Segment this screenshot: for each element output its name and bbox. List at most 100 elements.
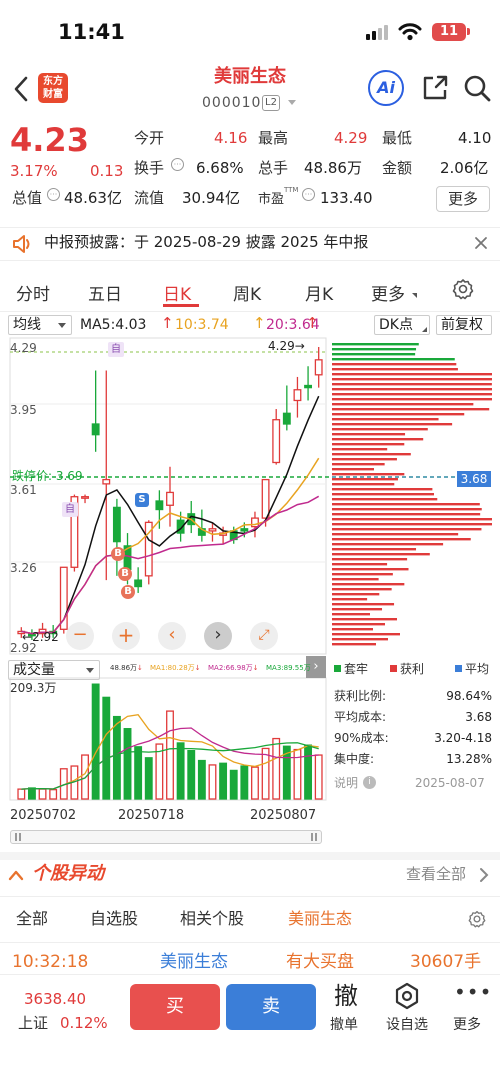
chip-bar <box>332 378 492 381</box>
ai-assistant-button[interactable]: Ai <box>368 70 404 106</box>
index-pct: 0.12% <box>60 1014 108 1032</box>
volume-bar <box>27 787 36 800</box>
y-tick-4: 3.26 <box>10 561 37 575</box>
volume-bar <box>112 715 121 800</box>
chip-distribution <box>332 343 492 646</box>
tab-weekly-k[interactable]: 周K <box>233 280 261 305</box>
max-price-mark: 4.29→ <box>268 339 305 353</box>
sell-signal-mark[interactable]: S <box>135 493 149 507</box>
ma-select[interactable]: 均线 <box>8 315 72 335</box>
pe-info-icon[interactable]: ··· <box>302 188 315 201</box>
chevron-right-icon[interactable] <box>478 866 490 884</box>
more-quote-button[interactable]: 更多 <box>436 186 490 212</box>
buy-button[interactable]: 买 <box>130 984 220 1030</box>
code-dropdown-icon[interactable] <box>288 100 296 105</box>
chip-bar <box>332 553 430 556</box>
self-select-mark[interactable]: 自 <box>108 342 124 357</box>
fullscreen-icon[interactable]: ⤢ <box>250 622 278 650</box>
filter-settings-gear-icon[interactable] <box>468 910 486 928</box>
ma20-arrow-icon: ↑ <box>306 314 319 332</box>
cancel-order-label[interactable]: 撤单 <box>330 1014 358 1034</box>
mcap-info-icon[interactable]: ··· <box>47 188 60 201</box>
sell-button[interactable]: 卖 <box>226 984 316 1030</box>
candle-body <box>304 384 313 389</box>
feed-stock[interactable]: 美丽生态 <box>160 954 228 971</box>
chip-stat-label: 90%成本: <box>334 731 389 745</box>
feed-event: 有大买盘 <box>286 952 354 972</box>
chip-bar <box>332 448 388 451</box>
chip-bar <box>332 463 385 466</box>
more-label[interactable]: 更多 <box>453 1014 481 1034</box>
chip-bar <box>332 548 417 551</box>
volume-bar <box>272 737 281 800</box>
home-indicator-area <box>0 1076 500 1082</box>
turnover-info-icon[interactable]: ··· <box>171 158 184 171</box>
time-range-scrollbar[interactable] <box>10 830 322 844</box>
filter-watchlist[interactable]: 自选股 <box>90 911 138 927</box>
divider <box>0 942 500 943</box>
filter-current-stock[interactable]: 美丽生态 <box>288 911 352 927</box>
max-price-value: 4.29 <box>268 339 295 353</box>
battery-level: 11 <box>439 24 459 39</box>
chip-bar <box>332 593 380 596</box>
search-icon[interactable] <box>462 73 492 103</box>
volume-label: 总手 <box>258 159 289 177</box>
tab-intraday[interactable]: 分时 <box>16 280 50 305</box>
divider <box>0 896 500 897</box>
battery-tip <box>467 28 470 35</box>
zoom-in-button[interactable]: + <box>112 622 140 650</box>
scroll-right-button[interactable]: › <box>204 622 232 650</box>
chip-bar <box>332 438 424 441</box>
chip-note-label[interactable]: 说明 <box>334 777 358 789</box>
self-select-mark[interactable]: 自 <box>62 502 78 517</box>
chip-bar <box>332 518 492 521</box>
more-dots-icon[interactable]: ••• <box>454 982 492 1002</box>
add-watchlist-label[interactable]: 设自选 <box>386 1014 428 1034</box>
chip-bar <box>332 533 459 536</box>
chip-bar <box>332 353 416 356</box>
volume-value: 48.86万↓ <box>110 664 143 672</box>
chip-bar <box>332 483 395 486</box>
y-tick-2: 3.95 <box>10 403 37 417</box>
candle-body <box>272 419 281 464</box>
tab-monthly-k[interactable]: 月K <box>305 280 333 305</box>
buy-signal-mark[interactable]: B <box>118 567 132 581</box>
chip-bar <box>332 478 398 481</box>
volume-ma3: MA3:89.55万 <box>266 665 311 672</box>
chip-bar <box>332 508 482 511</box>
dk-point-select[interactable]: DK点 <box>374 315 430 335</box>
buy-signal-mark[interactable]: B <box>121 585 135 599</box>
dk-caret-icon <box>422 327 427 332</box>
adjust-select[interactable]: 前复权 <box>436 315 492 335</box>
share-icon[interactable] <box>420 73 450 103</box>
cancel-order-icon[interactable]: 撤 <box>334 984 358 1008</box>
close-icon[interactable] <box>474 236 488 250</box>
view-all-link[interactable]: 查看全部 <box>406 867 466 882</box>
volume-bars <box>17 683 323 800</box>
tab-more[interactable]: 更多 <box>371 280 405 305</box>
settings-gear-icon[interactable] <box>452 278 474 300</box>
chip-bar <box>332 383 492 386</box>
volume-bar <box>197 759 206 800</box>
filter-all[interactable]: 全部 <box>16 911 48 927</box>
info-icon[interactable]: i <box>363 776 376 789</box>
back-icon[interactable] <box>8 74 34 104</box>
volume-select-label: 成交量 <box>13 662 55 678</box>
add-watchlist-icon[interactable] <box>394 982 420 1010</box>
chevron-up-icon[interactable] <box>8 868 24 882</box>
chip-bar <box>332 568 409 571</box>
scroll-left-button[interactable]: ‹ <box>158 622 186 650</box>
tab-daily-k[interactable]: 日K <box>163 280 191 305</box>
candle-body <box>134 579 143 588</box>
chip-bar <box>332 403 474 406</box>
chip-bar <box>332 558 408 561</box>
tab-five-day[interactable]: 五日 <box>88 280 122 305</box>
zoom-out-button[interactable]: − <box>66 622 94 650</box>
buy-signal-mark[interactable]: B <box>111 547 125 561</box>
pe-ttm-sup: TTM <box>284 186 299 194</box>
candle-body <box>293 389 302 402</box>
volume-indicator-select[interactable]: 成交量 <box>8 660 100 680</box>
filter-related[interactable]: 相关个股 <box>180 911 244 927</box>
chip-bar <box>332 493 434 496</box>
candle-body <box>208 528 217 532</box>
